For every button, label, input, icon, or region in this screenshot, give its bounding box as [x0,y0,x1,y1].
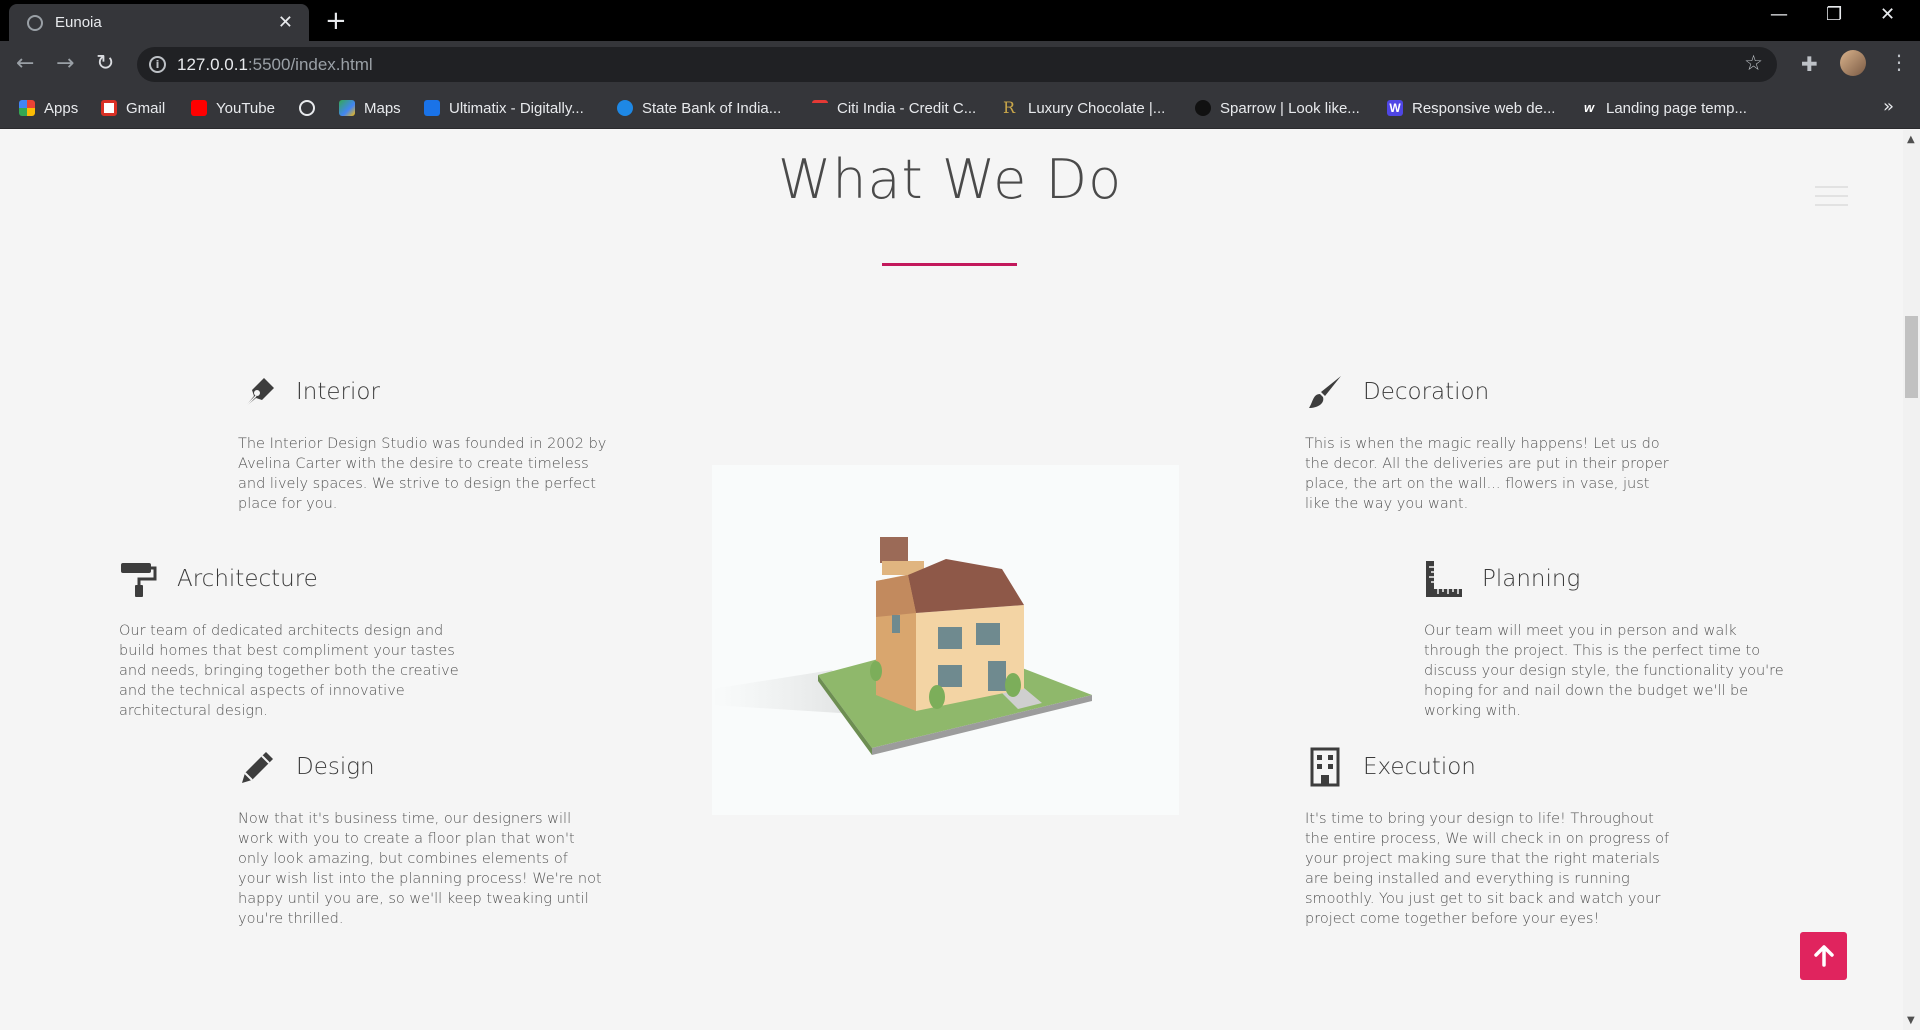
service-architecture: Architecture Our team of dedicated archi… [119,557,499,721]
service-title: Interior [296,379,380,405]
url-text: 127.0.0.1:5500/index.html [177,55,373,74]
bookmark-maps[interactable]: Maps [339,98,401,118]
arrow-up-icon [1813,945,1834,967]
w-icon: W [1387,100,1403,116]
chocolate-r-icon: R [1003,98,1016,117]
back-to-top-button[interactable] [1800,932,1847,980]
forward-icon[interactable]: → [56,51,74,76]
page-scrollbar[interactable]: ▲ ▼ [1903,130,1920,1030]
restore-icon[interactable]: ❐ [1826,4,1842,25]
service-description: Now that it's business time, our designe… [238,811,602,927]
title-divider [882,263,1017,266]
service-interior: Interior The Interior Design Studio was … [238,370,618,514]
bookmark-gmail[interactable]: Gmail [101,98,165,118]
bookmarks-bar: Apps Gmail YouTube Maps Ultimatix - Digi… [0,88,1920,129]
bookmark-landing[interactable]: w Landing page temp... [1581,98,1747,118]
back-icon[interactable]: ← [16,51,34,76]
tab-eunoia[interactable]: Eunoia ✕ [9,4,309,41]
extensions-icon[interactable]: ✚ [1801,52,1818,76]
profile-avatar[interactable] [1840,50,1866,76]
reload-icon[interactable]: ↻ [96,51,114,76]
tab-title: Eunoia [55,14,102,31]
browser-toolbar: ← → ↻ i 127.0.0.1:5500/index.html ☆ ✚ ⋮ [0,41,1920,88]
minimize-icon[interactable]: — [1770,4,1788,25]
bookmark-youtube[interactable]: YouTube [191,98,275,118]
service-planning: Planning Our team will meet you in perso… [1424,557,1804,721]
service-description: Our team of dedicated architects design … [119,623,459,719]
close-window-icon[interactable]: ✕ [1880,4,1895,25]
scroll-down-arrow-icon[interactable]: ▼ [1907,1015,1915,1026]
ruler-icon [1426,561,1462,597]
service-title: Execution [1363,754,1476,780]
service-description: The Interior Design Studio was founded i… [238,436,607,512]
sbi-icon [617,100,633,116]
house-illustration [712,465,1179,815]
service-decoration: Decoration This is when the magic really… [1305,370,1685,514]
tata-icon [424,100,440,116]
browser-menu-icon[interactable]: ⋮ [1889,50,1909,74]
more-bookmarks-button[interactable]: » [1883,96,1894,117]
close-tab-icon[interactable]: ✕ [278,12,293,33]
service-description: This is when the magic really happens! L… [1305,436,1669,512]
address-bar[interactable]: i 127.0.0.1:5500/index.html ☆ [137,47,1777,82]
hamburger-menu-icon[interactable] [1815,186,1848,213]
paint-roller-icon [121,563,157,597]
w-icon: w [1583,100,1595,115]
globe-icon [27,15,43,31]
citi-icon [812,100,828,116]
service-description: It's time to bring your design to life! … [1305,811,1670,927]
service-title: Planning [1482,566,1581,592]
service-title: Decoration [1363,379,1490,405]
bookmark-citi[interactable]: Citi India - Credit C... [812,98,976,118]
bookmark-luxury-chocolate[interactable]: R Luxury Chocolate |... [1003,98,1165,118]
service-title: Design [296,754,375,780]
bookmark-sparrow[interactable]: Sparrow | Look like... [1195,98,1360,118]
building-icon [1310,747,1340,787]
house-image [712,537,1092,755]
paint-brush-icon [1309,376,1341,408]
bookmark-responsive[interactable]: W Responsive web de... [1387,98,1555,118]
service-title: Architecture [177,566,318,592]
scroll-thumb[interactable] [1905,316,1918,398]
page-content: What We Do Interior The Interior Design … [0,130,1903,1030]
pen-nib-icon [243,378,274,409]
globe-icon [299,100,315,116]
scroll-up-arrow-icon[interactable]: ▲ [1907,134,1915,145]
service-design: Design Now that it's business time, our … [238,745,618,929]
section-title: What We Do [777,148,1123,211]
sparrow-icon [1195,100,1211,116]
service-description: Our team will meet you in person and wal… [1424,623,1784,719]
bookmark-star-icon[interactable]: ☆ [1744,51,1763,75]
maps-icon [339,100,355,116]
bookmark-sbi[interactable]: State Bank of India... [617,98,781,118]
youtube-icon [191,100,207,116]
tab-strip: Eunoia ✕ + — ❐ ✕ [0,0,1920,41]
pencil-icon [242,752,273,783]
info-icon[interactable]: i [149,56,166,73]
bookmark-apps[interactable]: Apps [19,98,78,118]
bookmark-ultimatix[interactable]: Ultimatix - Digitally... [424,98,584,118]
bookmark-globe[interactable] [299,98,324,118]
new-tab-button[interactable]: + [325,6,347,36]
apps-grid-icon [19,100,35,116]
service-execution: Execution It's time to bring your design… [1305,745,1685,929]
gmail-icon [101,100,117,116]
